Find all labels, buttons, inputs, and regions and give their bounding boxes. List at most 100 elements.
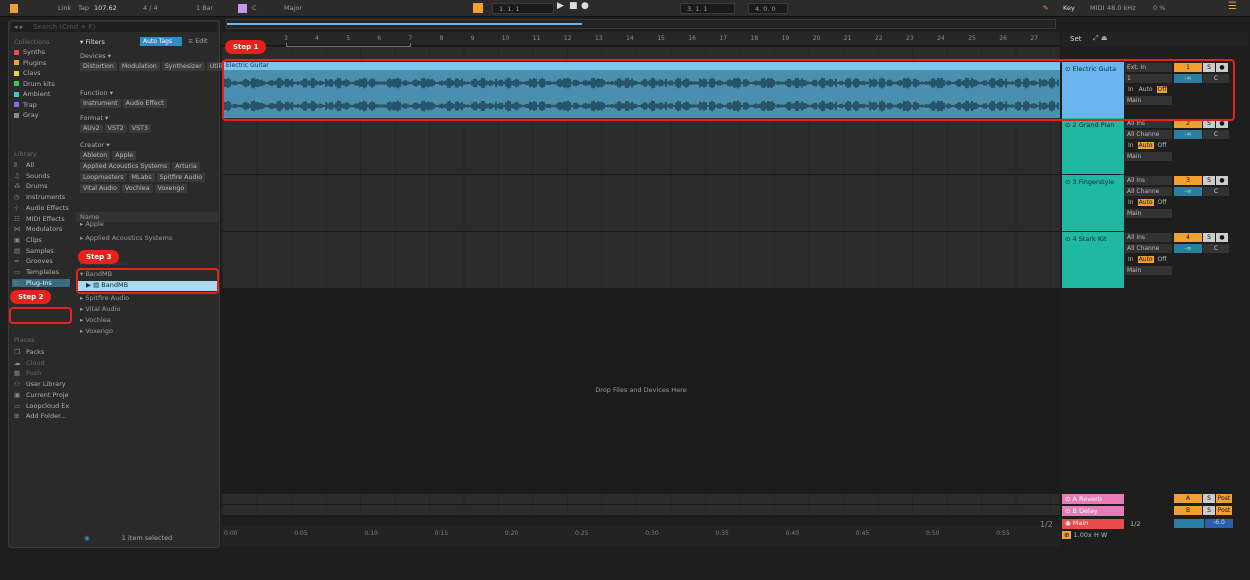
input-type-menu[interactable]: All Ins bbox=[1125, 233, 1172, 242]
output-menu[interactable]: Main bbox=[1125, 209, 1172, 218]
return-fold-icon[interactable]: ⊙ bbox=[1065, 495, 1073, 503]
main-output[interactable]: 1/2 bbox=[1130, 520, 1140, 528]
collection-ambient[interactable]: Ambient bbox=[14, 90, 50, 98]
post-button[interactable]: Post bbox=[1216, 506, 1232, 515]
main-track-header[interactable]: ◉ Main bbox=[1062, 519, 1124, 529]
collection-drum-kits[interactable]: Drum kits bbox=[14, 80, 55, 88]
record-icon[interactable]: ● bbox=[581, 1, 589, 11]
filters-toggle[interactable]: ▾ Filters bbox=[80, 38, 105, 46]
link-button[interactable]: Link bbox=[58, 4, 71, 12]
tree-item[interactable]: ▸ Apple bbox=[80, 220, 104, 228]
filter-tag[interactable]: Arturia bbox=[172, 162, 200, 171]
menu-icon[interactable]: ☰ bbox=[1228, 1, 1237, 12]
tree-item[interactable]: ▸ Voxengo bbox=[80, 327, 113, 335]
key-map-button[interactable]: Key bbox=[1063, 4, 1075, 12]
filter-tag[interactable]: Voxengo bbox=[154, 184, 188, 193]
track-activator[interactable]: 3 bbox=[1174, 176, 1202, 185]
tempo-field[interactable]: 107.62 bbox=[94, 4, 117, 12]
filter-tag[interactable]: Applied Acoustics Systems bbox=[80, 162, 171, 171]
track-lane-2[interactable] bbox=[222, 118, 1060, 175]
volume-field[interactable]: -∞ bbox=[1174, 130, 1202, 139]
main-pan[interactable] bbox=[1174, 519, 1204, 528]
input-type-menu[interactable]: All Ins bbox=[1125, 176, 1172, 185]
position-field[interactable]: 1. 1. 1 bbox=[492, 3, 554, 14]
scale-menu[interactable]: Major bbox=[284, 4, 302, 12]
library-plug-ins[interactable]: ⊏ Plug-Ins bbox=[12, 278, 70, 287]
output-menu[interactable]: Main bbox=[1125, 152, 1172, 161]
play-icon[interactable]: ▶ bbox=[557, 1, 564, 11]
place-cloud[interactable]: ☁ Cloud bbox=[14, 359, 45, 367]
w-button[interactable]: W bbox=[1101, 531, 1107, 539]
library-drums[interactable]: ⁂ Drums bbox=[14, 182, 48, 190]
return-header-1[interactable]: ⊙ A Reverb bbox=[1062, 494, 1124, 504]
filter-tag[interactable]: Modulation bbox=[118, 62, 160, 71]
track-fold-icon[interactable]: ⊙ bbox=[1065, 235, 1073, 243]
tree-item[interactable]: ▸ Vital Audio bbox=[80, 305, 120, 313]
filter-tag[interactable]: Loopmasters bbox=[80, 173, 127, 182]
meter-field[interactable]: 4 / 4 bbox=[143, 4, 158, 12]
filter-tag[interactable]: Ableton bbox=[80, 151, 111, 160]
place-add-folder-[interactable]: ⊞ Add Folder... bbox=[14, 412, 66, 420]
collection-plugins[interactable]: Plugins bbox=[14, 59, 46, 67]
drop-zone[interactable]: Drop Files and Devices Here bbox=[222, 289, 1060, 492]
return-activator[interactable]: A bbox=[1174, 494, 1202, 503]
zoom-level[interactable]: 1.00x bbox=[1074, 531, 1092, 539]
filter-tag[interactable]: Instrument bbox=[80, 99, 121, 108]
quantize-menu[interactable]: 1 Bar bbox=[196, 4, 213, 12]
tree-item[interactable]: ▸ Applied Acoustics Systems bbox=[80, 234, 172, 242]
monitor-auto[interactable]: Auto bbox=[1137, 142, 1154, 149]
filter-tag[interactable]: VST3 bbox=[128, 124, 151, 133]
solo-button[interactable]: S bbox=[1203, 494, 1215, 503]
place-loopcloud-ex[interactable]: ▭ Loopcloud Ex bbox=[14, 402, 69, 410]
library-all[interactable]: ⦀ All bbox=[14, 161, 34, 170]
search-input[interactable]: Search (Cmd + F) bbox=[33, 23, 95, 31]
monitor-in[interactable]: In bbox=[1127, 142, 1135, 149]
search-bar[interactable]: ◂ ▸ Search (Cmd + F) bbox=[11, 22, 217, 32]
stop-icon[interactable]: ■ bbox=[569, 1, 578, 11]
filter-tag[interactable]: Apple bbox=[112, 151, 137, 160]
arm-button[interactable]: ● bbox=[1216, 233, 1228, 242]
tree-item[interactable]: ▸ Vochlea bbox=[80, 316, 111, 324]
filter-tag[interactable]: Audio Effect bbox=[122, 99, 167, 108]
track-fold-icon[interactable]: ⊙ bbox=[1065, 121, 1073, 129]
filter-tag[interactable]: VST2 bbox=[104, 124, 127, 133]
track-lane-3[interactable] bbox=[222, 175, 1060, 232]
collection-trap[interactable]: Trap bbox=[14, 101, 37, 109]
solo-button[interactable]: S bbox=[1203, 176, 1215, 185]
monitor-auto[interactable]: Auto bbox=[1137, 199, 1154, 206]
library-clips[interactable]: ▣ Clips bbox=[14, 236, 42, 244]
library-sounds[interactable]: ♫ Sounds bbox=[14, 172, 50, 180]
solo-button[interactable]: S bbox=[1203, 506, 1215, 515]
set-button[interactable]: Set bbox=[1070, 35, 1082, 43]
monitor-off[interactable]: Off bbox=[1157, 142, 1168, 149]
collection-clavs[interactable]: Clavs bbox=[14, 69, 41, 77]
library-midi-effects[interactable]: ☷ MIDI Effects bbox=[14, 215, 65, 223]
solo-button[interactable]: S bbox=[1203, 233, 1215, 242]
post-button[interactable]: Post bbox=[1216, 494, 1232, 503]
monitor-off[interactable]: Off bbox=[1157, 199, 1168, 206]
h-button[interactable]: H bbox=[1094, 531, 1099, 539]
return-lane-b[interactable] bbox=[222, 505, 1060, 516]
tap-button[interactable]: Tap bbox=[78, 4, 89, 12]
library-modulators[interactable]: ⋈ Modulators bbox=[14, 225, 62, 233]
library-samples[interactable]: ▤ Samples bbox=[14, 247, 54, 255]
input-channel-menu[interactable]: All Channe bbox=[1125, 130, 1172, 139]
arm-button[interactable]: ● bbox=[1216, 176, 1228, 185]
main-volume[interactable]: -6.0 bbox=[1205, 519, 1233, 528]
edit-tags-button[interactable]: ≡ Edit bbox=[188, 38, 207, 45]
time-ruler[interactable]: 0:00 0:05 0:10 0:15 0:20 0:25 0:30 0:35 0:40 0:45… bbox=[222, 525, 1060, 547]
filter-tag[interactable]: Vochlea bbox=[121, 184, 153, 193]
input-channel-menu[interactable]: All Channe bbox=[1125, 244, 1172, 253]
expand-icon[interactable]: ⤢ ⏏ bbox=[1093, 34, 1107, 43]
auto-tags-button[interactable]: Auto Tags bbox=[140, 37, 182, 46]
zoom-icon[interactable]: ⊕ bbox=[1062, 531, 1072, 539]
filter-tag[interactable]: AUv2 bbox=[80, 124, 103, 133]
place-push[interactable]: ▦ Push bbox=[14, 369, 41, 377]
input-channel-menu[interactable]: All Channe bbox=[1125, 187, 1172, 196]
loop-length-field[interactable]: 4. 0. 0 bbox=[748, 3, 788, 14]
filter-tag[interactable]: MLabs bbox=[128, 173, 155, 182]
collection-gray[interactable]: Gray bbox=[14, 111, 39, 119]
place-packs[interactable]: ❐ Packs bbox=[14, 348, 44, 356]
monitor-in[interactable]: In bbox=[1127, 199, 1135, 206]
collection-synths[interactable]: Synths bbox=[14, 48, 45, 56]
